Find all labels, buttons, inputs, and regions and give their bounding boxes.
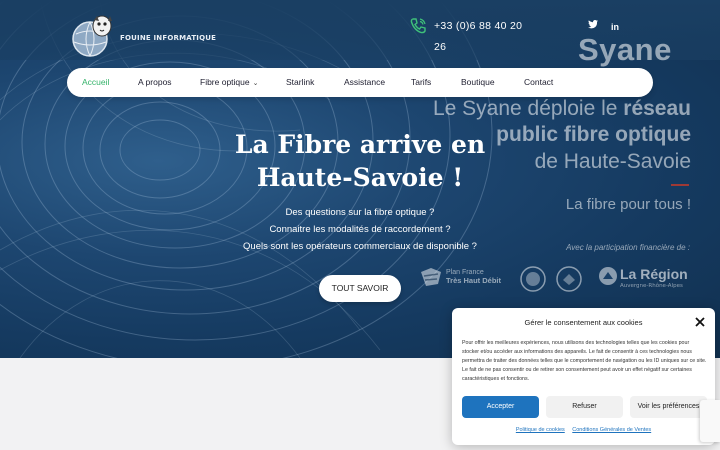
banner-line-2: public fibre optique — [496, 123, 691, 146]
banner-participation: Avec la participation financière de : — [566, 243, 690, 252]
plan-france-logo: Plan France Très Haut Débit — [418, 264, 501, 294]
seal-icon — [520, 266, 546, 292]
banner-line-3: de Haute-Savoie — [534, 150, 691, 173]
view-preferences-button[interactable]: Voir les préférences — [630, 396, 707, 418]
chevron-down-icon: ⌄ — [252, 80, 259, 87]
banner-divider — [671, 184, 689, 186]
nav-item-assistance[interactable]: Assistance — [344, 68, 385, 97]
facebook-icon[interactable] — [560, 20, 582, 34]
banner-line-1-bold: réseau — [623, 97, 691, 120]
accept-button[interactable]: Accepter — [462, 396, 539, 418]
refuse-button[interactable]: Refuser — [546, 396, 623, 418]
close-icon[interactable] — [695, 317, 705, 327]
hero-question-2: Connaitre les modalités de raccordement … — [269, 224, 451, 235]
nav-item-fibre-optique-label: Fibre optique — [200, 77, 250, 87]
hero-title-line-2: Haute-Savoie ! — [256, 163, 464, 192]
plan-france-line-1: Plan France — [446, 269, 484, 276]
main-navigation: Accueil A propos Fibre optique ⌄ Starlink… — [67, 68, 653, 97]
terms-of-sale-link[interactable]: Conditions Générales de Ventes — [572, 427, 651, 433]
nav-item-starlink[interactable]: Starlink — [286, 68, 314, 97]
nav-item-boutique[interactable]: Boutique — [461, 68, 495, 97]
region-subtitle: Auvergne-Rhône-Alpes — [620, 283, 683, 289]
cookie-description: Pour offrir les meilleures expériences, … — [462, 340, 707, 382]
linkedin-icon[interactable]: in — [604, 20, 626, 34]
region-title: La Région — [620, 266, 688, 282]
nav-item-tarifs[interactable]: Tarifs — [411, 68, 431, 97]
twitter-icon[interactable] — [582, 19, 604, 34]
cookie-links: Politique de cookies Conditions Générale… — [452, 427, 715, 433]
social-links: in — [560, 19, 626, 34]
nav-item-fibre-optique[interactable]: Fibre optique ⌄ — [200, 68, 259, 97]
tout-savoir-button[interactable]: TOUT SAVOIR — [319, 275, 401, 302]
phone-icon — [410, 18, 426, 34]
phone-contact[interactable]: +33 (0)6 88 40 20 26 — [408, 16, 526, 58]
region-logo: La Région Auvergne-Rhône-Alpes — [598, 266, 690, 290]
cookie-consent-dialog: Gérer le consentement aux cookies Pour o… — [452, 308, 715, 445]
hero-question-3: Quels sont les opérateurs commerciaux de… — [243, 241, 477, 252]
fouine-logo-icon — [72, 15, 112, 57]
hero-question-1: Des questions sur la fibre optique ? — [285, 207, 435, 218]
syane-brand: Syane — [578, 32, 672, 67]
nav-item-contact[interactable]: Contact — [524, 68, 553, 97]
hero-title: La Fibre arrive en Haute-Savoie ! — [230, 128, 490, 194]
banner-line-1-text: Le Syane déploie le — [432, 97, 624, 120]
plan-france-icon — [421, 268, 441, 286]
plan-france-line-2: Très Haut Débit — [446, 276, 502, 285]
recaptcha-badge[interactable] — [700, 400, 720, 442]
partner-seal-1 — [520, 266, 546, 296]
partner-logos: Plan France Très Haut Débit La Région Au… — [418, 264, 690, 296]
region-icon — [599, 267, 617, 285]
site-logo[interactable] — [68, 12, 120, 58]
cookie-title: Gérer le consentement aux cookies — [524, 318, 643, 327]
plan-france-text: Plan France Très Haut Débit — [446, 269, 501, 285]
twitter-bird-glyph — [588, 19, 598, 29]
hero-title-line-1: La Fibre arrive en — [234, 130, 486, 159]
banner-line-4: La fibre pour tous ! — [565, 196, 691, 213]
nav-item-a-propos[interactable]: A propos — [138, 68, 172, 97]
nav-item-accueil[interactable]: Accueil — [82, 68, 109, 97]
seal-icon — [556, 266, 582, 292]
phone-number: +33 (0)6 88 40 20 26 — [434, 20, 523, 53]
partner-seal-2 — [556, 266, 582, 296]
cookie-policy-link[interactable]: Politique de cookies — [516, 427, 565, 433]
banner-line-1: Le Syane déploie le réseau — [433, 97, 691, 121]
logo-text: FOUINE INFORMATIQUE — [120, 34, 217, 42]
